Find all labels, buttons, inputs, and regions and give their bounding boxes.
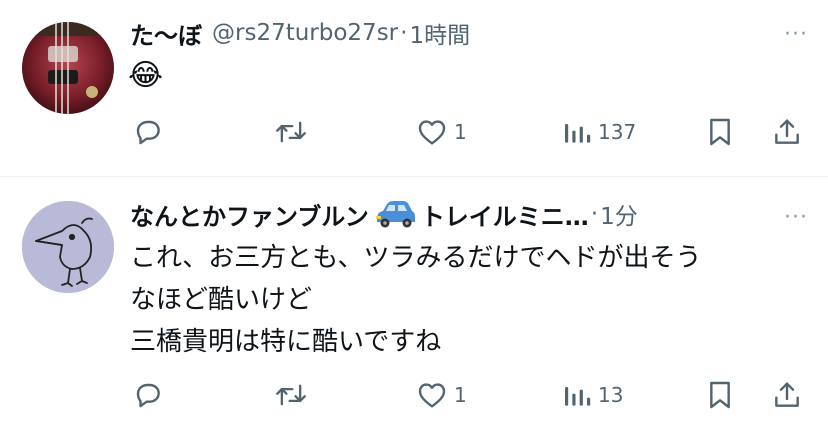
view-count: 13 [598, 383, 624, 407]
user-avatar[interactable] [22, 22, 114, 114]
reply-icon [136, 383, 160, 408]
tweet-text-line: これ、お三方とも、ツラみるだけでヘドが出そう [130, 243, 702, 273]
display-name[interactable]: なんとかファンブルン [130, 197, 369, 232]
tweet-header: た〜ぼ @rs27turbo27sr · 1時間 [130, 16, 788, 50]
tweet[interactable]: なんとかファンブルン トレイルミニ… · 1分 ··· これ、お三方とも、ツラみ… [0, 177, 828, 430]
share-button[interactable] [772, 112, 802, 152]
share-icon [775, 382, 799, 407]
like-count: 1 [454, 120, 467, 144]
tweet-text-line: なほど酷いけど [130, 285, 313, 315]
display-name[interactable]: た〜ぼ [130, 16, 202, 51]
like-button[interactable]: 1 [416, 112, 467, 152]
user-handle[interactable]: @rs27turbo27sr [212, 20, 398, 46]
retweet-icon [276, 384, 306, 406]
reply-icon [136, 120, 160, 145]
heart-icon [418, 120, 446, 145]
reply-button[interactable] [132, 375, 164, 415]
tweet-header: なんとかファンブルン トレイルミニ… · 1分 [130, 197, 788, 231]
separator-dot: · [400, 20, 408, 46]
guitar-photo-avatar-icon [22, 22, 114, 114]
bird-sketch-avatar-icon [22, 201, 114, 293]
tweet-body: これ、お三方とも、ツラみるだけでヘドが出そう なほど酷いけど 三橋貴明は特に酷い… [130, 237, 810, 363]
views-button[interactable]: 13 [562, 375, 623, 415]
blue-car-emoji-icon [375, 201, 415, 228]
view-count: 137 [598, 120, 637, 144]
share-button[interactable] [772, 375, 802, 415]
bookmark-icon [710, 118, 730, 146]
timestamp[interactable]: 1分 [600, 197, 638, 231]
like-button[interactable]: 1 [416, 375, 467, 415]
like-count: 1 [454, 383, 467, 407]
user-avatar[interactable] [22, 201, 114, 293]
tweet-text-line: 三橋貴明は特に酷いですね [130, 327, 442, 357]
timestamp[interactable]: 1時間 [409, 16, 470, 50]
retweet-icon [276, 121, 306, 143]
separator-dot: · [590, 201, 599, 227]
more-options-icon[interactable]: ··· [784, 22, 808, 47]
tweet-body-emoji: 😂 [128, 58, 164, 93]
more-options-icon[interactable]: ··· [784, 205, 808, 230]
heart-icon [418, 383, 446, 408]
retweet-button[interactable] [274, 375, 308, 415]
action-bar: 1 137 [0, 112, 828, 152]
bookmark-button[interactable] [705, 375, 735, 415]
display-name-suffix[interactable]: トレイルミニ… [421, 197, 589, 232]
tweet[interactable]: た〜ぼ @rs27turbo27sr · 1時間 ··· 😂 1 137 [0, 0, 828, 176]
bookmark-icon [710, 381, 730, 409]
views-icon [565, 387, 591, 406]
share-icon [775, 119, 799, 144]
reply-button[interactable] [132, 112, 164, 152]
retweet-button[interactable] [274, 112, 308, 152]
views-button[interactable]: 137 [562, 112, 636, 152]
action-bar: 1 13 [0, 375, 828, 415]
bookmark-button[interactable] [705, 112, 735, 152]
views-icon [565, 124, 591, 143]
